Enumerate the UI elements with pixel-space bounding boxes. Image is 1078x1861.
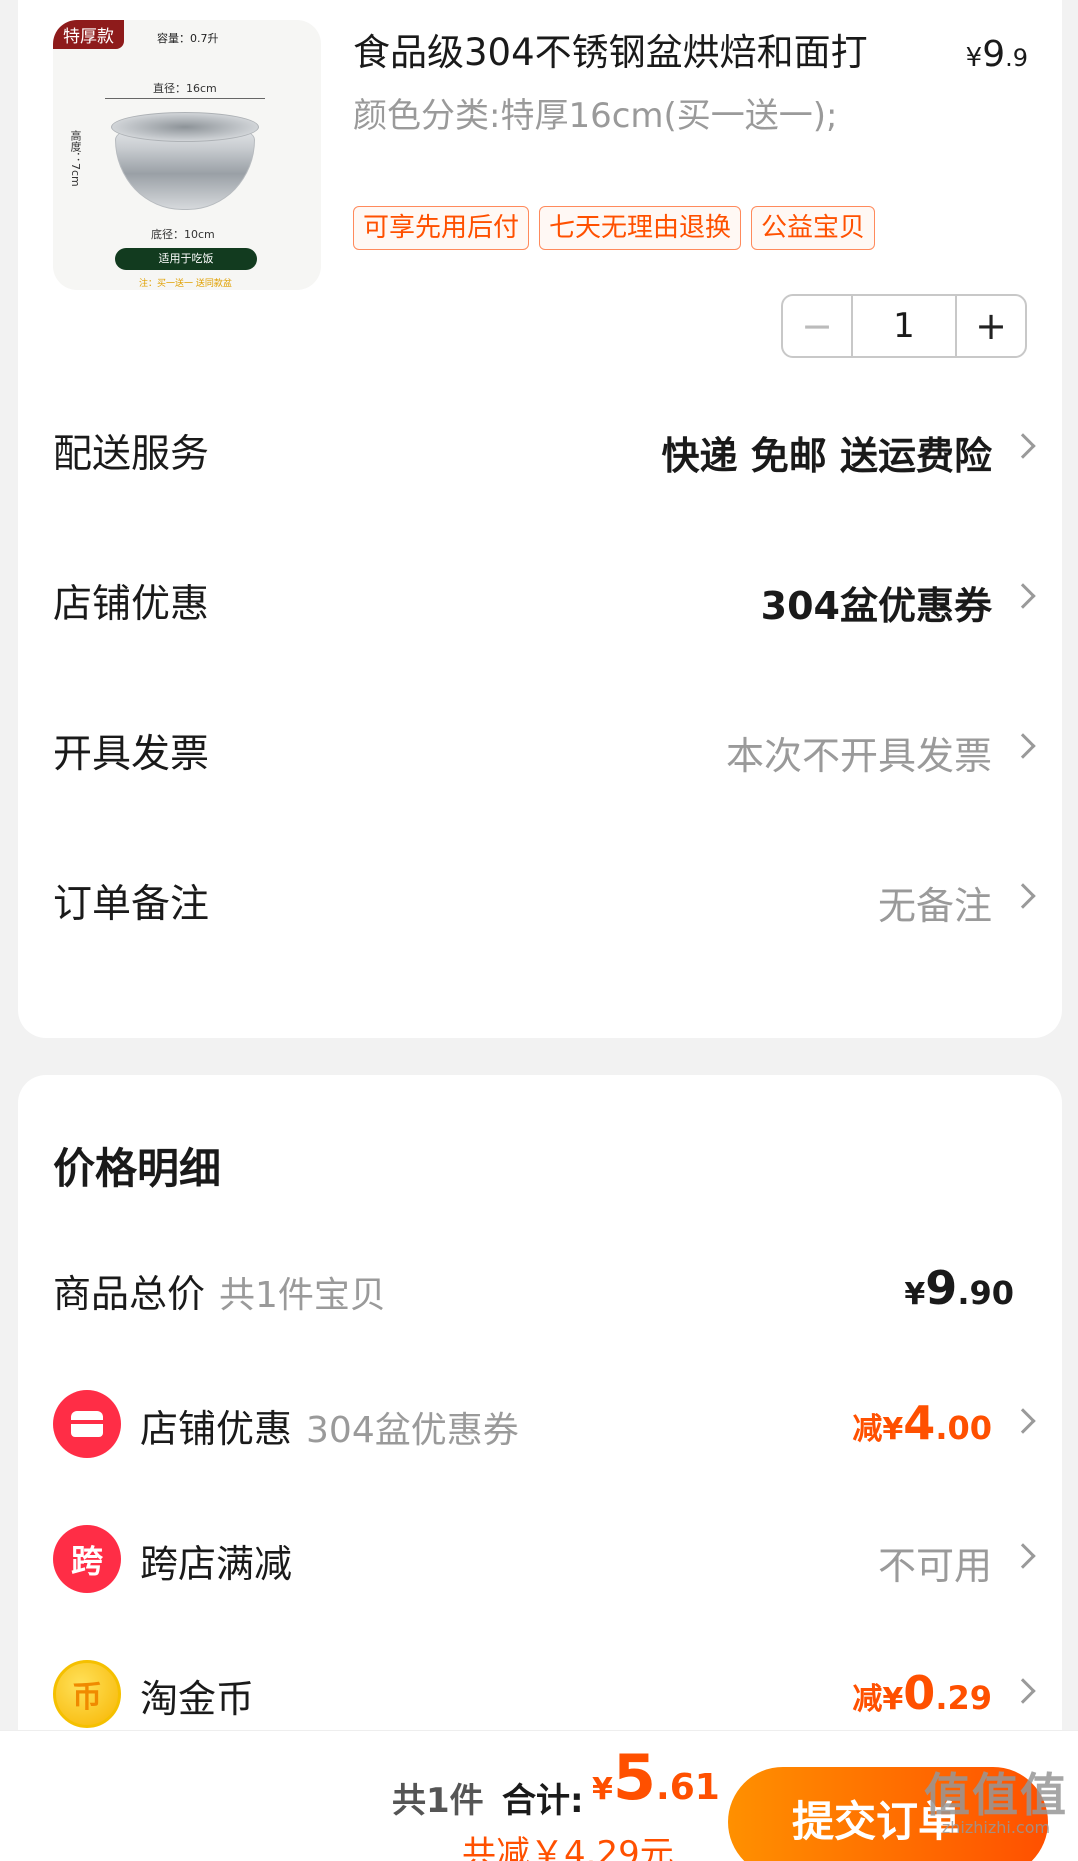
taojinbi-decimal: .29	[935, 1679, 992, 1717]
total-price-label-text: 商品总价	[53, 1272, 206, 1316]
tag-seven-day-return: 七天无理由退换	[539, 206, 742, 250]
thumb-dimension-line	[105, 98, 265, 99]
price-decimal: .9	[1005, 44, 1028, 72]
invoice-label: 开具发票	[53, 732, 210, 777]
delivery-label: 配送服务	[53, 432, 210, 477]
total-amount-decimal: .61	[656, 1767, 720, 1808]
product-title[interactable]: 食品级304不锈钢盆烘焙和面打	[353, 30, 913, 76]
tag-pay-later: 可享先用后付	[353, 206, 530, 250]
checkout-bar: 共1件 合计: ¥5.61 共减￥4.29元 提交订单	[0, 1730, 1078, 1861]
row-total-price: 商品总价 共1件宝贝 ¥9.90	[18, 1245, 1062, 1335]
order-note-value: 无备注	[877, 884, 992, 928]
shop-discount-value: 减¥4.00	[852, 1396, 992, 1450]
watermark-main: 值值值	[924, 1768, 1068, 1822]
total-label: 合计:	[502, 1781, 584, 1821]
delivery-value: 快递 免邮 送运费险	[661, 434, 992, 478]
total-amount-integer: 5	[612, 1741, 657, 1814]
shop-coupon-value: 304盆优惠券	[760, 584, 992, 628]
total-currency: ¥	[904, 1277, 926, 1312]
decrement-button[interactable]: −	[783, 296, 853, 356]
cross-store-icon-text: 跨	[70, 1542, 103, 1580]
shop-discount-coupon: 304盆优惠券	[306, 1410, 519, 1451]
thumb-pill: 适用于吃饭	[115, 248, 257, 270]
row-shop-discount[interactable]: 店铺优惠 304盆优惠券 减¥4.00	[18, 1380, 1062, 1470]
thumb-note: 注：买一送一 送同款盆	[139, 279, 232, 289]
chevron-right-icon	[1010, 583, 1036, 609]
taojinbi-prefix: 减	[852, 1682, 883, 1717]
chevron-right-icon	[1010, 733, 1036, 759]
total-price-label: 商品总价 共1件宝贝	[53, 1263, 386, 1318]
row-delivery[interactable]: 配送服务 快递 免邮 送运费险	[18, 405, 1062, 495]
product-price: ¥9.9	[966, 34, 1028, 75]
invoice-value: 本次不开具发票	[725, 734, 992, 778]
tag-charity: 公益宝贝	[751, 206, 876, 250]
price-detail-title: 价格明细	[53, 1144, 222, 1193]
thumb-capacity: 容量：0.7升	[157, 32, 219, 45]
product-thumbnail[interactable]: 特厚款 容量：0.7升 直径：16cm 高度：7cm 底径：10cm 适用于吃饭…	[53, 20, 321, 290]
shop-discount-label-text: 店铺优惠	[140, 1407, 293, 1451]
order-note-label: 订单备注	[53, 882, 210, 927]
bowl-rim-image	[111, 112, 259, 142]
shop-discount-decimal: .00	[935, 1409, 992, 1447]
taojinbi-currency: ¥	[882, 1682, 904, 1717]
thumb-diameter: 直径：16cm	[153, 82, 217, 95]
coin-icon-text: 币	[72, 1680, 102, 1715]
price-integer: 9	[982, 34, 1006, 75]
chevron-right-icon	[1010, 1408, 1036, 1434]
price-currency: ¥	[965, 43, 983, 73]
chevron-right-icon	[1010, 433, 1036, 459]
shop-icon	[53, 1390, 121, 1458]
shop-discount-label: 店铺优惠 304盆优惠券	[140, 1398, 519, 1453]
cross-store-label: 跨店满减	[140, 1542, 293, 1586]
taojinbi-value: 减¥0.29	[852, 1666, 992, 1720]
taojinbi-label: 淘金币	[140, 1677, 255, 1721]
shop-coupon-label: 店铺优惠	[53, 582, 210, 627]
total-discount: 共减￥4.29元	[462, 1834, 674, 1861]
chevron-right-icon	[1010, 883, 1036, 909]
chevron-right-icon	[1010, 1543, 1036, 1569]
total-amount-currency: ¥	[592, 1772, 613, 1807]
thumb-base: 底径：10cm	[151, 228, 215, 241]
cross-store-icon: 跨	[53, 1525, 121, 1593]
quantity-stepper: − 1 +	[781, 294, 1027, 358]
cross-store-value: 不可用	[877, 1544, 992, 1588]
product-spec[interactable]: 颜色分类:特厚16cm(买一送一);	[353, 90, 853, 142]
row-cross-store[interactable]: 跨 跨店满减 不可用	[18, 1515, 1062, 1605]
shop-discount-prefix: 减	[852, 1412, 883, 1447]
increment-button[interactable]: +	[955, 296, 1025, 356]
service-tags: 可享先用后付 七天无理由退换 公益宝贝	[353, 206, 876, 250]
thumb-badge: 特厚款	[53, 20, 124, 49]
total-item-count: 共1件宝贝	[219, 1275, 386, 1316]
watermark: 值值值 zhizhizhi.com	[924, 1772, 1068, 1836]
item-count: 共1件	[392, 1781, 484, 1821]
shop-discount-integer: 4	[903, 1396, 936, 1450]
shop-discount-currency: ¥	[882, 1412, 904, 1447]
quantity-value[interactable]: 1	[853, 296, 955, 356]
row-order-note[interactable]: 订单备注 无备注	[18, 855, 1062, 945]
total-amount: ¥5.61	[592, 1741, 720, 1814]
total-decimal: .90	[957, 1274, 1014, 1312]
coin-icon: 币	[53, 1660, 121, 1728]
watermark-sub: zhizhizhi.com	[941, 1818, 1051, 1837]
taojinbi-integer: 0	[903, 1666, 936, 1720]
thumb-height: 高度：7cm	[69, 130, 82, 187]
row-invoice[interactable]: 开具发票 本次不开具发票	[18, 705, 1062, 795]
total-price-value: ¥9.90	[904, 1261, 1014, 1315]
row-taojinbi[interactable]: 币 淘金币 减¥0.29	[18, 1650, 1062, 1740]
order-card: 特厚款 容量：0.7升 直径：16cm 高度：7cm 底径：10cm 适用于吃饭…	[18, 0, 1062, 1038]
total-integer: 9	[925, 1261, 958, 1315]
row-shop-coupon[interactable]: 店铺优惠 304盆优惠券	[18, 555, 1062, 645]
chevron-right-icon	[1010, 1678, 1036, 1704]
